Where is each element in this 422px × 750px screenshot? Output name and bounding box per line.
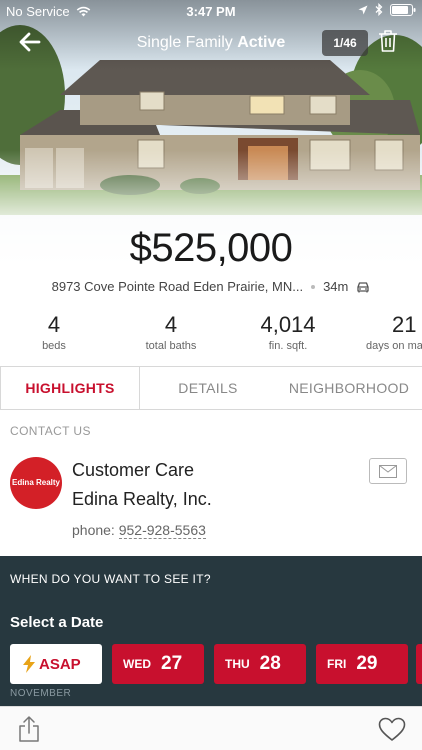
property-stats: 4 beds 4 total baths 4,014 fin. sqft. 21…: [0, 312, 422, 360]
asap-label: ASAP: [39, 655, 81, 673]
stat-value: 4,014: [260, 312, 316, 337]
day-of-week: FRI: [327, 657, 347, 671]
select-date-label: Select a Date: [10, 614, 104, 631]
delete-button[interactable]: [378, 29, 400, 55]
stat-baths: 4 total baths: [116, 312, 226, 352]
stat-label: days on ma: [366, 340, 422, 352]
bluetooth-icon: [375, 3, 383, 16]
stat-beds: 4 beds: [0, 312, 109, 352]
favorite-button[interactable]: [378, 717, 406, 743]
heart-icon: [378, 717, 406, 741]
stat-value: 4: [164, 312, 178, 337]
contact-name: Customer Care: [72, 460, 195, 480]
email-button[interactable]: [369, 458, 407, 484]
stat-label: total baths: [145, 340, 197, 352]
envelope-icon: [379, 464, 397, 478]
date-button[interactable]: FRI 29: [316, 644, 408, 684]
stat-label: beds: [42, 340, 66, 352]
listing-address[interactable]: 8973 Cove Pointe Road Eden Prairie, MN..…: [52, 279, 303, 294]
status-bar: No Service 3:47 PM: [0, 0, 422, 22]
tab-neighborhood[interactable]: NEIGHBORHOOD: [276, 367, 422, 409]
share-icon: [19, 716, 39, 742]
photo-counter[interactable]: 1/46: [322, 30, 368, 56]
trash-icon: [379, 30, 397, 52]
nav-bar: Single Family Active 1/46: [0, 26, 422, 60]
phone-label: phone:: [72, 522, 115, 538]
stat-days-on-market: 21 days on ma: [350, 312, 422, 352]
date-button[interactable]: THU 28: [214, 644, 306, 684]
day-of-week: WED: [123, 657, 151, 671]
date-button[interactable]: WED 27: [112, 644, 204, 684]
date-button-partial[interactable]: [416, 644, 422, 684]
edina-realty-logo: Edina Realty: [10, 457, 62, 509]
share-button[interactable]: [18, 715, 42, 743]
stat-sqft: 4,014 fin. sqft.: [233, 312, 343, 352]
drive-time: 34m: [323, 279, 349, 294]
lightning-icon: [23, 655, 35, 673]
day-number: 27: [161, 653, 183, 674]
car-icon: [357, 281, 370, 292]
address-row[interactable]: 8973 Cove Pointe Road Eden Prairie, MN..…: [0, 279, 422, 294]
contact-phone-row: phone: 952-928-5563: [72, 522, 206, 539]
listing-price: $525,000: [129, 226, 293, 270]
property-type: Single Family: [136, 34, 233, 51]
contact-company: Edina Realty, Inc.: [72, 489, 212, 509]
location-arrow-icon: [358, 5, 368, 14]
bottom-toolbar: [0, 706, 422, 750]
stat-value: 4: [47, 312, 61, 337]
day-number: 28: [259, 653, 281, 674]
stat-value: 21: [392, 312, 417, 337]
day-number: 29: [356, 653, 378, 674]
battery-icon: [390, 3, 416, 16]
tab-highlights[interactable]: HIGHLIGHTS: [0, 367, 140, 409]
phone-link[interactable]: 952-928-5563: [118, 522, 206, 539]
stat-label: fin. sqft.: [268, 340, 308, 352]
contact-section-header: CONTACT US: [10, 424, 91, 438]
month-label: NOVEMBER: [10, 688, 72, 699]
day-of-week: THU: [225, 657, 250, 671]
asap-button[interactable]: ASAP: [10, 644, 102, 684]
section-tabs: HIGHLIGHTS DETAILS NEIGHBORHOOD: [0, 366, 422, 410]
tab-details[interactable]: DETAILS: [140, 367, 276, 409]
schedule-question: WHEN DO YOU WANT TO SEE IT?: [10, 572, 211, 586]
schedule-showing-panel: WHEN DO YOU WANT TO SEE IT? Select a Dat…: [0, 556, 422, 706]
listing-status: Active: [237, 34, 286, 51]
separator-dot: [311, 284, 316, 289]
